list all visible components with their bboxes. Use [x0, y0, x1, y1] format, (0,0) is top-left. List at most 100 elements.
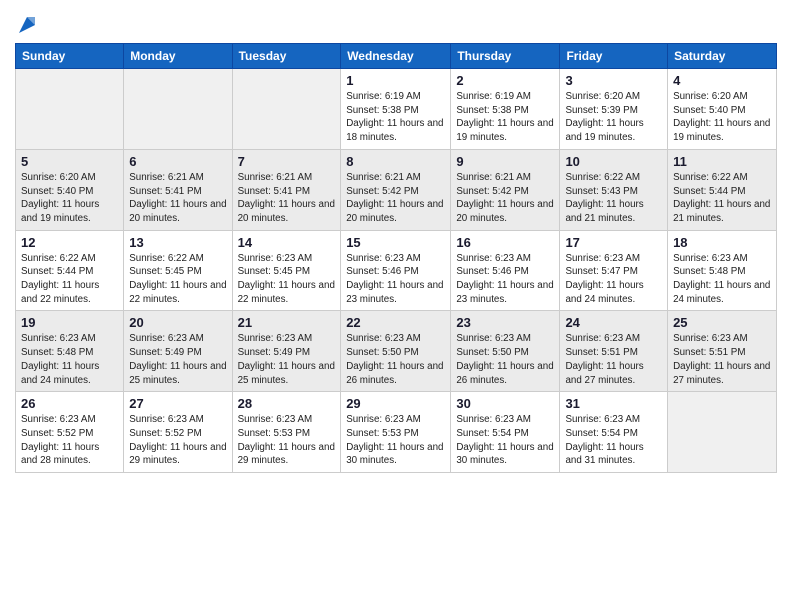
day-cell-7: 7 Sunrise: 6:21 AM Sunset: 5:41 PM Daylig… [232, 149, 341, 230]
day-cell-1: 1 Sunrise: 6:19 AM Sunset: 5:38 PM Daylig… [341, 69, 451, 150]
day-cell-24: 24 Sunrise: 6:23 AM Sunset: 5:51 PM Dayli… [560, 311, 668, 392]
day-info: Sunrise: 6:22 AM Sunset: 5:45 PM Dayligh… [129, 252, 226, 307]
logo-icon [17, 15, 37, 35]
day-info: Sunrise: 6:23 AM Sunset: 5:50 PM Dayligh… [456, 332, 554, 387]
day-cell-5: 5 Sunrise: 6:20 AM Sunset: 5:40 PM Daylig… [16, 149, 124, 230]
day-info: Sunrise: 6:23 AM Sunset: 5:48 PM Dayligh… [21, 332, 118, 387]
day-number: 17 [565, 235, 662, 250]
day-info: Sunrise: 6:23 AM Sunset: 5:49 PM Dayligh… [238, 332, 336, 387]
day-cell-30: 30 Sunrise: 6:23 AM Sunset: 5:54 PM Dayli… [451, 392, 560, 473]
day-info: Sunrise: 6:20 AM Sunset: 5:40 PM Dayligh… [21, 171, 118, 226]
empty-cell [124, 69, 232, 150]
empty-cell [668, 392, 777, 473]
day-cell-3: 3 Sunrise: 6:20 AM Sunset: 5:39 PM Daylig… [560, 69, 668, 150]
day-number: 25 [673, 315, 771, 330]
day-info: Sunrise: 6:23 AM Sunset: 5:54 PM Dayligh… [456, 413, 554, 468]
empty-cell [232, 69, 341, 150]
day-cell-9: 9 Sunrise: 6:21 AM Sunset: 5:42 PM Daylig… [451, 149, 560, 230]
day-info: Sunrise: 6:21 AM Sunset: 5:41 PM Dayligh… [238, 171, 336, 226]
day-number: 23 [456, 315, 554, 330]
day-number: 9 [456, 154, 554, 169]
day-number: 29 [346, 396, 445, 411]
day-info: Sunrise: 6:20 AM Sunset: 5:40 PM Dayligh… [673, 90, 771, 145]
day-cell-14: 14Sunrise: 6:23 AM Sunset: 5:45 PM Dayli… [232, 230, 341, 311]
day-number: 13 [129, 235, 226, 250]
page: SundayMondayTuesdayWednesdayThursdayFrid… [0, 0, 792, 612]
day-number: 24 [565, 315, 662, 330]
day-number: 21 [238, 315, 336, 330]
header-cell-thursday: Thursday [451, 44, 560, 69]
header [15, 10, 777, 35]
calendar: SundayMondayTuesdayWednesdayThursdayFrid… [15, 43, 777, 473]
day-number: 19 [21, 315, 118, 330]
header-cell-sunday: Sunday [16, 44, 124, 69]
day-number: 10 [565, 154, 662, 169]
day-cell-17: 17Sunrise: 6:23 AM Sunset: 5:47 PM Dayli… [560, 230, 668, 311]
day-info: Sunrise: 6:22 AM Sunset: 5:44 PM Dayligh… [673, 171, 771, 226]
day-number: 16 [456, 235, 554, 250]
day-cell-18: 18 Sunrise: 6:23 AM Sunset: 5:48 PM Dayli… [668, 230, 777, 311]
day-info: Sunrise: 6:19 AM Sunset: 5:38 PM Dayligh… [456, 90, 554, 145]
day-info: Sunrise: 6:23 AM Sunset: 5:52 PM Dayligh… [129, 413, 226, 468]
day-cell-25: 25 Sunrise: 6:23 AM Sunset: 5:51 PM Dayli… [668, 311, 777, 392]
day-cell-19: 19 Sunrise: 6:23 AM Sunset: 5:48 PM Dayli… [16, 311, 124, 392]
day-cell-28: 28 Sunrise: 6:23 AM Sunset: 5:53 PM Dayli… [232, 392, 341, 473]
day-number: 27 [129, 396, 226, 411]
day-number: 18 [673, 235, 771, 250]
day-number: 7 [238, 154, 336, 169]
day-info: Sunrise: 6:20 AM Sunset: 5:39 PM Dayligh… [565, 90, 662, 145]
day-number: 31 [565, 396, 662, 411]
day-cell-16: 16Sunrise: 6:23 AM Sunset: 5:46 PM Dayli… [451, 230, 560, 311]
day-info: Sunrise: 6:22 AM Sunset: 5:44 PM Dayligh… [21, 252, 118, 307]
day-info: Sunrise: 6:23 AM Sunset: 5:48 PM Dayligh… [673, 252, 771, 307]
week-row-4: 19 Sunrise: 6:23 AM Sunset: 5:48 PM Dayli… [16, 311, 777, 392]
day-cell-15: 15 Sunrise: 6:23 AM Sunset: 5:46 PM Dayli… [341, 230, 451, 311]
day-info: Sunrise: 6:23 AM Sunset: 5:54 PM Dayligh… [565, 413, 662, 468]
day-info: Sunrise: 6:23 AM Sunset: 5:45 PM Dayligh… [238, 252, 336, 307]
day-number: 6 [129, 154, 226, 169]
day-cell-8: 8 Sunrise: 6:21 AM Sunset: 5:42 PM Daylig… [341, 149, 451, 230]
day-cell-27: 27 Sunrise: 6:23 AM Sunset: 5:52 PM Dayli… [124, 392, 232, 473]
day-number: 12 [21, 235, 118, 250]
day-info: Sunrise: 6:23 AM Sunset: 5:51 PM Dayligh… [565, 332, 662, 387]
day-cell-6: 6Sunrise: 6:21 AM Sunset: 5:41 PM Daylig… [124, 149, 232, 230]
day-info: Sunrise: 6:21 AM Sunset: 5:42 PM Dayligh… [346, 171, 445, 226]
day-info: Sunrise: 6:21 AM Sunset: 5:42 PM Dayligh… [456, 171, 554, 226]
header-row: SundayMondayTuesdayWednesdayThursdayFrid… [16, 44, 777, 69]
day-number: 1 [346, 73, 445, 88]
day-info: Sunrise: 6:23 AM Sunset: 5:53 PM Dayligh… [346, 413, 445, 468]
day-info: Sunrise: 6:23 AM Sunset: 5:53 PM Dayligh… [238, 413, 336, 468]
week-row-1: 1 Sunrise: 6:19 AM Sunset: 5:38 PM Daylig… [16, 69, 777, 150]
header-cell-saturday: Saturday [668, 44, 777, 69]
day-number: 28 [238, 396, 336, 411]
day-number: 20 [129, 315, 226, 330]
day-cell-11: 11Sunrise: 6:22 AM Sunset: 5:44 PM Dayli… [668, 149, 777, 230]
header-cell-friday: Friday [560, 44, 668, 69]
day-number: 8 [346, 154, 445, 169]
day-number: 3 [565, 73, 662, 88]
day-cell-29: 29 Sunrise: 6:23 AM Sunset: 5:53 PM Dayli… [341, 392, 451, 473]
day-info: Sunrise: 6:23 AM Sunset: 5:52 PM Dayligh… [21, 413, 118, 468]
day-cell-13: 13 Sunrise: 6:22 AM Sunset: 5:45 PM Dayli… [124, 230, 232, 311]
day-cell-31: 31 Sunrise: 6:23 AM Sunset: 5:54 PM Dayli… [560, 392, 668, 473]
day-info: Sunrise: 6:23 AM Sunset: 5:51 PM Dayligh… [673, 332, 771, 387]
day-info: Sunrise: 6:22 AM Sunset: 5:43 PM Dayligh… [565, 171, 662, 226]
day-number: 4 [673, 73, 771, 88]
day-number: 5 [21, 154, 118, 169]
day-cell-26: 26Sunrise: 6:23 AM Sunset: 5:52 PM Dayli… [16, 392, 124, 473]
day-number: 30 [456, 396, 554, 411]
day-cell-23: 23 Sunrise: 6:23 AM Sunset: 5:50 PM Dayli… [451, 311, 560, 392]
day-cell-2: 2 Sunrise: 6:19 AM Sunset: 5:38 PM Daylig… [451, 69, 560, 150]
day-info: Sunrise: 6:23 AM Sunset: 5:50 PM Dayligh… [346, 332, 445, 387]
logo [15, 15, 37, 35]
day-number: 15 [346, 235, 445, 250]
day-cell-20: 20Sunrise: 6:23 AM Sunset: 5:49 PM Dayli… [124, 311, 232, 392]
day-cell-12: 12 Sunrise: 6:22 AM Sunset: 5:44 PM Dayli… [16, 230, 124, 311]
day-number: 2 [456, 73, 554, 88]
day-cell-21: 21 Sunrise: 6:23 AM Sunset: 5:49 PM Dayli… [232, 311, 341, 392]
day-info: Sunrise: 6:23 AM Sunset: 5:46 PM Dayligh… [346, 252, 445, 307]
header-cell-tuesday: Tuesday [232, 44, 341, 69]
day-info: Sunrise: 6:19 AM Sunset: 5:38 PM Dayligh… [346, 90, 445, 145]
day-cell-22: 22Sunrise: 6:23 AM Sunset: 5:50 PM Dayli… [341, 311, 451, 392]
empty-cell [16, 69, 124, 150]
